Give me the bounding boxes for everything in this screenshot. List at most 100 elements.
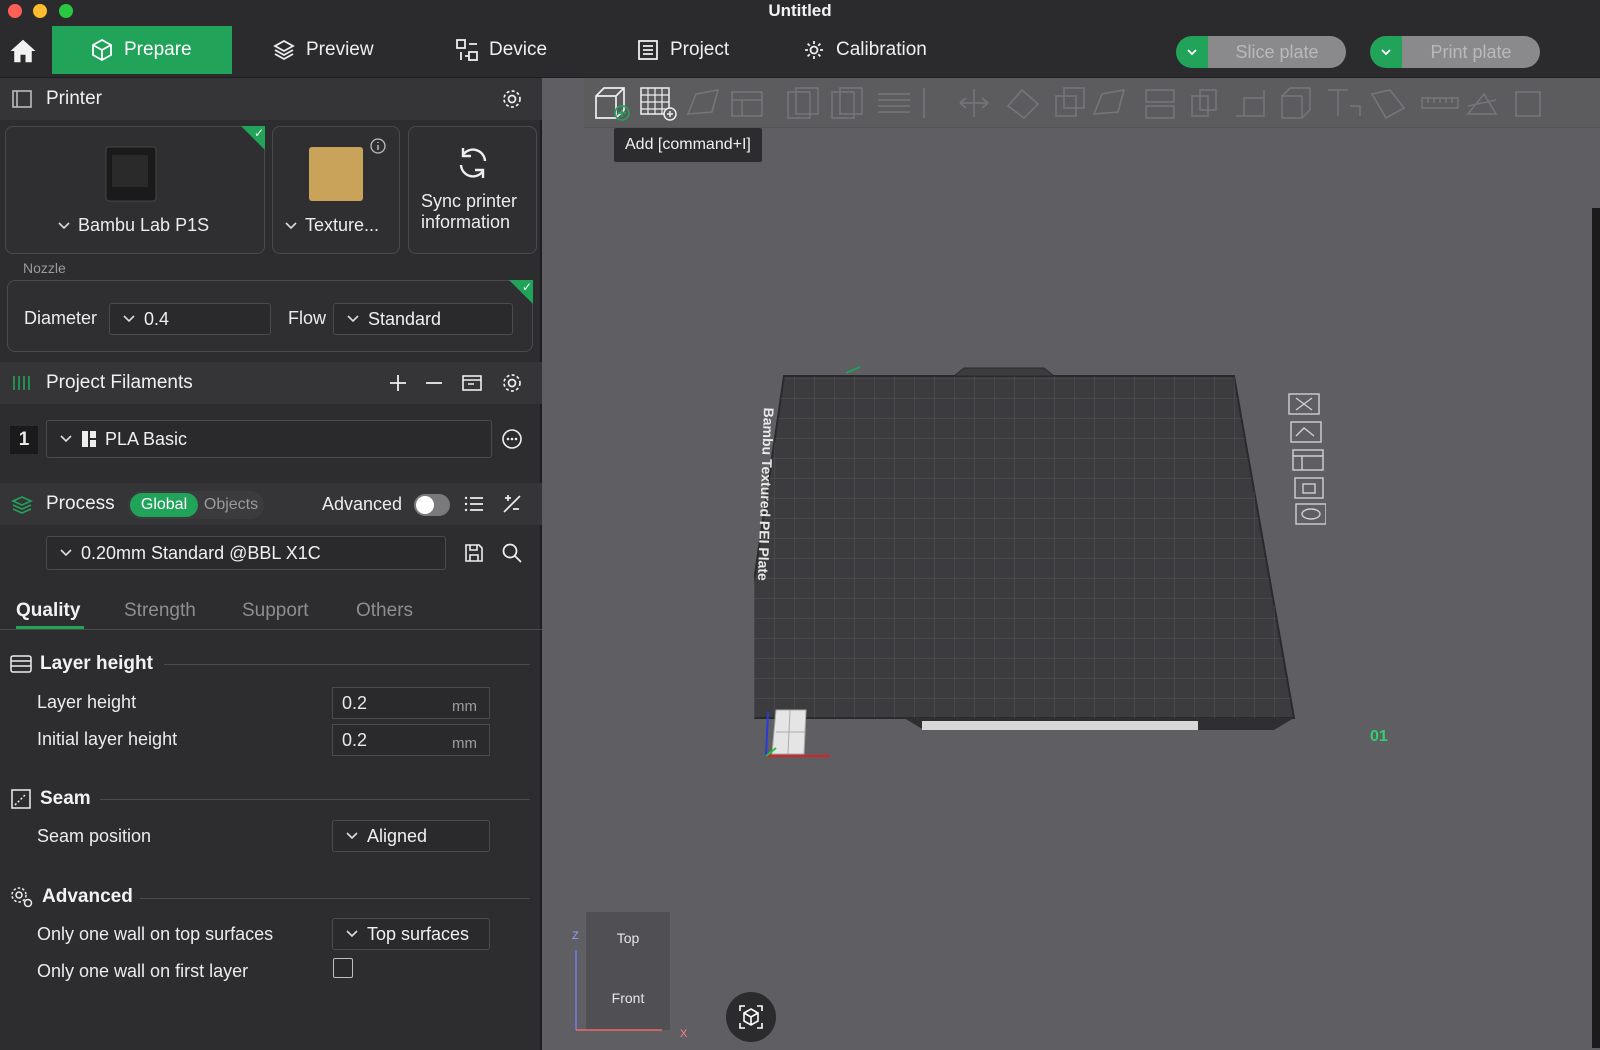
flow-select[interactable]: Standard	[333, 303, 513, 335]
info-icon[interactable]	[369, 137, 387, 155]
one-wall-top-label: Only one wall on top surfaces	[37, 924, 274, 944]
filament-brand-icon	[82, 431, 96, 447]
slice-plate-group: Slice plate	[1176, 36, 1346, 68]
initial-layer-height-input[interactable]: 0.2 mm	[332, 724, 490, 756]
printer-model-selector[interactable]: Bambu Lab P1S	[56, 215, 209, 236]
filaments-section-header: Project Filaments	[0, 362, 542, 404]
plate-tools[interactable]	[1286, 392, 1326, 526]
one-wall-first-layer-checkbox[interactable]	[333, 958, 353, 978]
tab-label: Project	[670, 39, 730, 60]
print-plate-button[interactable]: Print plate	[1402, 36, 1540, 68]
group-divider	[164, 664, 530, 665]
save-icon[interactable]	[462, 541, 486, 565]
layer-height-label: Layer height	[37, 692, 137, 712]
diameter-label: Diameter	[24, 308, 98, 328]
cube-view-icon	[739, 1005, 763, 1029]
chevron-down-icon	[58, 221, 70, 229]
printer-model-card[interactable]: Bambu Lab P1S	[5, 126, 265, 254]
cube-icon	[92, 38, 112, 62]
chevron-down-icon	[1187, 49, 1197, 56]
seam-position-select[interactable]: Aligned	[332, 820, 490, 852]
sync-printer-button[interactable]: Sync printer information	[408, 126, 537, 254]
tab-label: Calibration	[836, 39, 927, 60]
printer-header-label: Printer	[46, 88, 102, 109]
tab-preview[interactable]: Preview	[272, 26, 374, 74]
advanced-toggle[interactable]	[414, 494, 450, 516]
group-divider	[140, 898, 530, 899]
3d-viewport[interactable]: Add [command+I] Bambu Textured PEI Plate…	[544, 78, 1600, 1050]
filament-settings-icon[interactable]	[500, 371, 524, 395]
subtab-support[interactable]: Support	[242, 600, 309, 622]
one-wall-top-select[interactable]: Top surfaces	[332, 918, 490, 950]
advanced-group: Advanced	[10, 886, 133, 908]
chevron-down-icon	[285, 221, 297, 229]
subtab-others[interactable]: Others	[356, 600, 413, 622]
title-bar: Untitled	[0, 0, 1600, 22]
tab-label: Preview	[306, 39, 374, 60]
filament-sync-icon[interactable]	[460, 371, 484, 395]
layers-icon	[273, 39, 295, 61]
filament-name: PLA Basic	[105, 428, 188, 449]
slice-dropdown-button[interactable]	[1176, 36, 1208, 68]
filament-select[interactable]: PLA Basic	[46, 420, 492, 458]
add-object-icon[interactable]	[592, 84, 632, 122]
diameter-select[interactable]: 0.4	[109, 303, 271, 335]
global-toggle[interactable]: Global	[130, 493, 198, 517]
advanced-gears-icon	[11, 887, 33, 908]
plate-number: 01	[1370, 728, 1388, 745]
plate-edit-icon[interactable]	[844, 365, 864, 375]
add-plate-icon[interactable]	[638, 84, 678, 122]
layer-height-input[interactable]: 0.2 mm	[332, 687, 490, 719]
global-objects-switch: Global Objects	[128, 491, 264, 519]
flow-label: Flow	[288, 308, 327, 328]
sync-icon	[459, 148, 487, 178]
viewport-toolbar	[584, 78, 1600, 128]
printer-icon	[12, 90, 32, 108]
tab-prepare[interactable]: Prepare	[52, 26, 232, 74]
list-view-icon[interactable]	[462, 492, 486, 516]
nozzle-label: Nozzle	[23, 260, 66, 276]
layer-height-value: 0.2	[342, 692, 368, 713]
initial-layer-height-label: Initial layer height	[37, 729, 178, 749]
build-plate-selector[interactable]: Texture...	[283, 215, 379, 236]
flow-value: Standard	[368, 308, 442, 329]
build-plate-card[interactable]: Texture...	[272, 126, 400, 254]
right-edge-strip	[1592, 208, 1600, 1048]
subtab-strength[interactable]: Strength	[124, 600, 196, 622]
add-icon[interactable]	[386, 371, 410, 395]
layer-height-group-title: Layer height	[40, 653, 153, 674]
subtab-quality[interactable]: Quality	[16, 600, 80, 622]
chevron-down-icon	[1381, 49, 1391, 56]
initial-layer-height-value: 0.2	[342, 729, 368, 750]
chevron-down-icon	[346, 930, 358, 938]
list-icon	[638, 40, 658, 60]
selected-check-icon	[509, 280, 533, 304]
tab-calibration[interactable]: Calibration	[802, 26, 927, 74]
window-title: Untitled	[768, 1, 832, 20]
settings-gear-icon[interactable]	[500, 87, 524, 111]
view-reset-button[interactable]	[726, 992, 776, 1042]
nozzle-card: Diameter 0.4 Flow Standard	[7, 280, 533, 352]
one-wall-first-layer-label: Only one wall on first layer	[37, 961, 249, 981]
layer-height-group: Layer height	[10, 653, 153, 675]
objects-toggle[interactable]: Objects	[200, 493, 262, 517]
model-object[interactable]	[758, 704, 838, 764]
axis-x-label: X	[680, 1028, 688, 1040]
process-preset-select[interactable]: 0.20mm Standard @BBL X1C	[46, 536, 446, 570]
tab-device[interactable]: Device	[455, 26, 547, 74]
compare-icon[interactable]	[500, 492, 524, 516]
chevron-down-icon	[123, 315, 135, 323]
more-options-icon[interactable]	[500, 427, 524, 451]
print-dropdown-button[interactable]	[1370, 36, 1402, 68]
slice-plate-button[interactable]: Slice plate	[1208, 36, 1346, 68]
seam-group: Seam	[10, 788, 91, 810]
seam-position-value: Aligned	[367, 825, 428, 846]
tab-project[interactable]: Project	[636, 26, 729, 74]
remove-icon[interactable]	[422, 371, 446, 395]
search-icon[interactable]	[500, 541, 524, 565]
group-divider	[100, 799, 530, 800]
printer-thumbnail	[105, 146, 157, 202]
selected-check-icon	[241, 126, 265, 150]
top-nav-bar: Prepare Preview Device Project Calibrati…	[0, 22, 1600, 78]
home-icon[interactable]	[8, 36, 38, 66]
